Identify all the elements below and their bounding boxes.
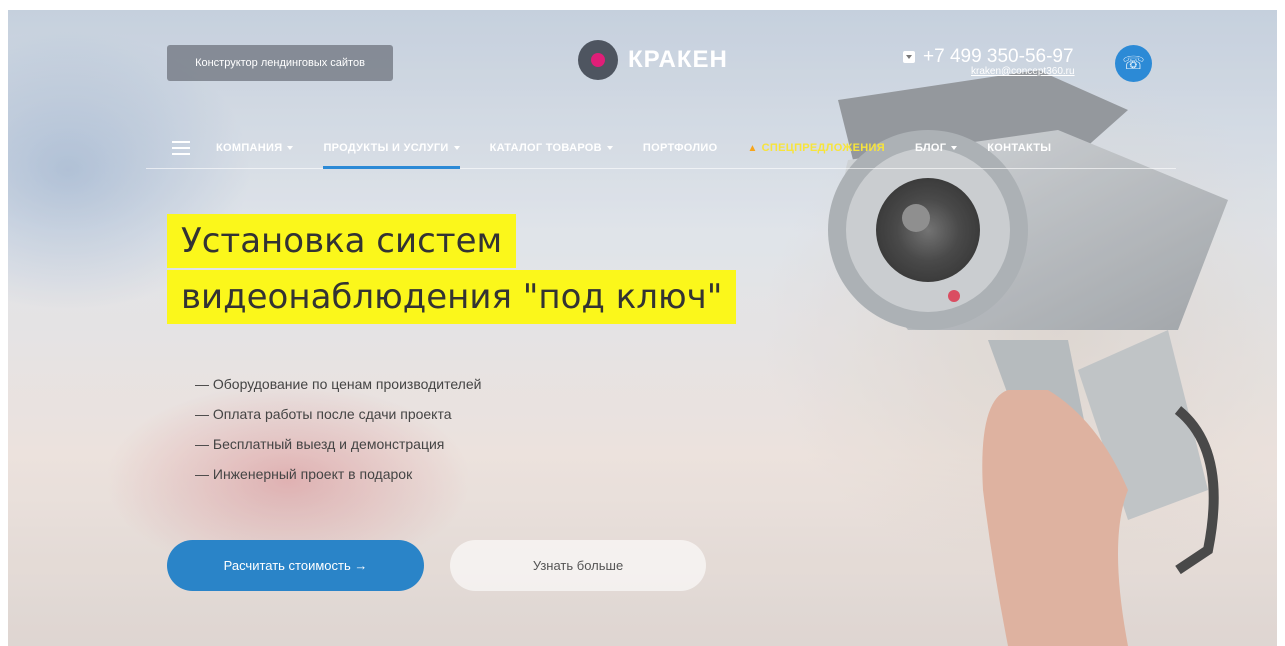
calculate-cost-button[interactable]: Расчитать стоимость → — [167, 540, 424, 591]
feature-item: — Оплата работы после сдачи проекта — [195, 406, 452, 422]
feature-list: — Оборудование по ценам производителей —… — [195, 377, 481, 497]
landing-builder-button[interactable]: Конструктор лендинговых сайтов — [167, 45, 393, 81]
learn-more-button[interactable]: Узнать больше — [450, 540, 706, 591]
nav-item-label: ПОРТФОЛИО — [642, 142, 718, 154]
nav-item-catalog[interactable]: КАТАЛОГ ТОВАРОВ — [490, 128, 613, 168]
nav-item-label: СПЕЦПРЕДЛОЖЕНИЯ — [761, 142, 885, 154]
nav-item-contacts[interactable]: КОНТАКТЫ — [987, 128, 1051, 168]
contact-block: +7 499 350-56-97 kraken@concept360.ru — [903, 46, 1075, 77]
chevron-down-icon — [453, 146, 460, 150]
hero-title-line-1: Установка систем — [167, 214, 517, 268]
nav-item-label: КОМПАНИЯ — [216, 142, 283, 154]
nav-item-label: КАТАЛОГ ТОВАРОВ — [489, 142, 602, 154]
nav-item-label: БЛОГ — [914, 142, 947, 154]
menu-icon[interactable] — [172, 141, 190, 155]
phone-number[interactable]: +7 499 350-56-97 — [923, 46, 1074, 68]
nav-item-products[interactable]: ПРОДУКТЫ И УСЛУГИ — [323, 128, 460, 169]
chevron-down-icon — [606, 146, 613, 150]
hero-title-line-2: видеонаблюдения "под ключ" — [167, 270, 737, 324]
logo-mark-icon — [578, 40, 618, 80]
logo[interactable]: КРАКЕН — [578, 40, 728, 80]
callback-button[interactable]: ☏ — [1115, 45, 1152, 82]
nav-item-blog[interactable]: БЛОГ — [914, 128, 958, 168]
phone-dropdown-icon[interactable] — [903, 51, 915, 63]
nav-item-company[interactable]: КОМПАНИЯ — [216, 128, 294, 168]
nav-item-label: ПРОДУКТЫ И УСЛУГИ — [323, 142, 449, 154]
email-link[interactable]: kraken@concept360.ru — [971, 66, 1075, 77]
hero-section: Конструктор лендинговых сайтов КРАКЕН +7… — [8, 10, 1277, 646]
chevron-down-icon — [951, 146, 958, 150]
main-nav: КОМПАНИЯ ПРОДУКТЫ И УСЛУГИ КАТАЛОГ ТОВАР… — [146, 128, 1176, 169]
chevron-down-icon — [287, 146, 294, 150]
feature-item: — Инженерный проект в подарок — [195, 466, 413, 482]
feature-item: — Оборудование по ценам производителей — [195, 376, 482, 392]
nav-item-label: КОНТАКТЫ — [987, 142, 1052, 154]
fire-icon: ▲ — [747, 142, 758, 154]
feature-item: — Бесплатный выезд и демонстрация — [195, 436, 445, 452]
logo-text: КРАКЕН — [628, 46, 728, 73]
phone-call-icon: ☏ — [1122, 53, 1145, 73]
nav-item-portfolio[interactable]: ПОРТФОЛИО — [643, 128, 718, 168]
nav-item-special-offers[interactable]: ▲ СПЕЦПРЕДЛОЖЕНИЯ — [747, 128, 885, 168]
